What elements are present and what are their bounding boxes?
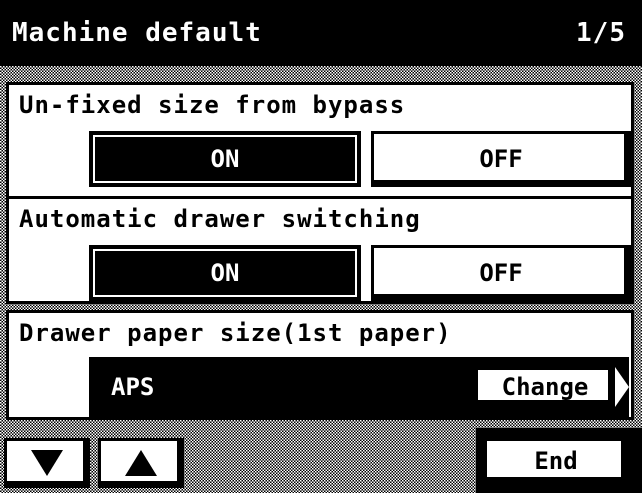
triangle-up-icon	[125, 450, 157, 476]
screen-background: Machine default 1/5 Un-fixed size from b…	[0, 0, 642, 493]
section-title: Un-fixed size from bypass	[19, 91, 406, 119]
auto-drawer-off-button[interactable]: OFF	[371, 245, 631, 301]
bottom-bar: End	[0, 428, 642, 493]
paper-size-value: APS	[111, 373, 155, 401]
paper-size-bar: APS Change	[89, 357, 629, 417]
scroll-down-button[interactable]	[4, 438, 90, 488]
end-button-frame: End	[476, 428, 642, 493]
change-arrow-icon	[615, 367, 629, 407]
section-title: Automatic drawer switching	[19, 205, 421, 233]
section-unfixed-size: Un-fixed size from bypass ON OFF	[6, 82, 634, 200]
section-auto-drawer-switching: Automatic drawer switching ON OFF	[6, 196, 634, 304]
title-bar: Machine default 1/5	[0, 0, 642, 66]
section-title: Drawer paper size(1st paper)	[19, 319, 452, 347]
change-label: Change	[501, 373, 589, 401]
end-button[interactable]: End	[484, 438, 628, 484]
page-indicator: 1/5	[576, 18, 626, 48]
auto-drawer-on-button[interactable]: ON	[89, 245, 361, 301]
triangle-down-icon	[31, 450, 63, 476]
scroll-up-button[interactable]	[98, 438, 184, 488]
change-button[interactable]: Change	[475, 367, 615, 407]
page-title: Machine default	[12, 18, 262, 48]
unfixed-size-off-button[interactable]: OFF	[371, 131, 631, 187]
end-label: End	[534, 447, 578, 475]
unfixed-size-on-button[interactable]: ON	[89, 131, 361, 187]
section-drawer-paper-size: Drawer paper size(1st paper) APS Change	[6, 310, 634, 420]
